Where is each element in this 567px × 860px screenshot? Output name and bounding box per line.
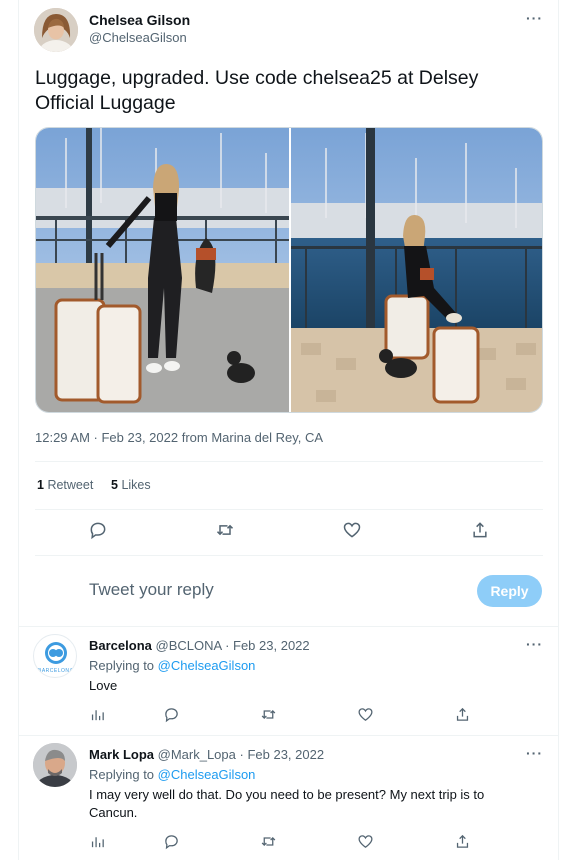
replying-to-prefix: Replying to <box>89 767 158 782</box>
more-options-icon[interactable]: ··· <box>526 636 543 652</box>
more-options-icon[interactable]: ··· <box>526 745 543 761</box>
author-handle[interactable]: @ChelseaGilson <box>89 30 187 45</box>
divider <box>35 509 543 510</box>
replying-to-handle[interactable]: @ChelseaGilson <box>158 767 256 782</box>
analytics-icon[interactable] <box>89 833 109 853</box>
retweet-icon[interactable] <box>260 706 280 726</box>
like-icon[interactable] <box>342 520 362 540</box>
reply-text: I may very well do that. Do you need to … <box>89 787 485 820</box>
tweet-text: Luggage, upgraded. Use code chelsea25 at… <box>35 67 479 114</box>
reply-button[interactable]: Reply <box>477 575 542 607</box>
reply-date[interactable]: Feb 23, 2022 <box>247 747 324 762</box>
like-icon[interactable] <box>357 833 377 853</box>
reply-icon[interactable] <box>163 833 183 853</box>
replying-to: Replying to @ChelseaGilson <box>89 766 255 784</box>
analytics-icon[interactable] <box>89 706 109 726</box>
reply-avatar[interactable]: BARCELONA <box>33 634 77 678</box>
reply-author-name[interactable]: Barcelona <box>89 638 152 653</box>
reply-header: Mark Lopa @Mark_Lopa · Feb 23, 2022 <box>89 746 324 764</box>
retweets-count: 1 <box>37 478 44 492</box>
share-icon[interactable] <box>470 520 490 540</box>
reply-date[interactable]: Feb 23, 2022 <box>233 638 310 653</box>
replying-to-prefix: Replying to <box>89 658 158 673</box>
divider <box>18 626 559 627</box>
reply-avatar-logo-text: BARCELONA <box>38 668 74 674</box>
likes-count: 5 <box>111 478 118 492</box>
divider <box>35 555 543 556</box>
replying-to-handle[interactable]: @ChelseaGilson <box>158 658 256 673</box>
retweet-icon[interactable] <box>215 520 235 540</box>
share-icon[interactable] <box>454 833 474 853</box>
author-name[interactable]: Chelsea Gilson <box>89 12 190 28</box>
tweet-photos[interactable] <box>36 128 543 413</box>
more-options-icon[interactable]: ··· <box>526 10 543 26</box>
tweet-media[interactable] <box>35 127 543 413</box>
divider <box>18 735 559 736</box>
divider <box>35 461 543 462</box>
reply-icon[interactable] <box>88 520 108 540</box>
reply-composer-input[interactable]: Tweet your reply <box>89 580 214 600</box>
tweet-timestamp[interactable]: 12:29 AM · Feb 23, 2022 from Marina del … <box>35 430 323 445</box>
reply-separator: · <box>221 638 234 653</box>
reply-avatar[interactable] <box>33 743 77 787</box>
replying-to: Replying to @ChelseaGilson <box>89 657 255 675</box>
reply-header: Barcelona @BCLONA · Feb 23, 2022 <box>89 637 310 655</box>
reply-icon[interactable] <box>163 706 183 726</box>
reply-author-handle[interactable]: @BCLONA <box>156 638 222 653</box>
likes-stat[interactable]: 5 Likes <box>111 478 151 492</box>
retweets-label: Retweet <box>47 478 94 492</box>
photo-left <box>36 128 289 412</box>
author-avatar[interactable] <box>34 8 78 52</box>
share-icon[interactable] <box>454 706 474 726</box>
reply-separator: · <box>235 747 248 762</box>
reply-author-name[interactable]: Mark Lopa <box>89 747 154 762</box>
retweet-icon[interactable] <box>260 833 280 853</box>
retweets-stat[interactable]: 1 Retweet <box>37 478 93 492</box>
likes-label: Likes <box>121 478 151 492</box>
reply-text: Love <box>89 678 118 693</box>
photo-right <box>291 128 542 412</box>
like-icon[interactable] <box>357 706 377 726</box>
reply-author-handle[interactable]: @Mark_Lopa <box>158 747 236 762</box>
